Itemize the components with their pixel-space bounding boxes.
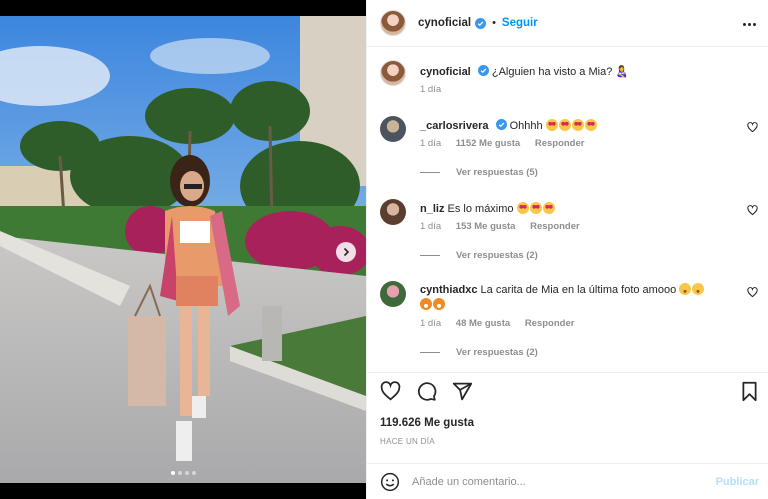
reply-button[interactable]: Responder (535, 138, 585, 149)
caption-text: ¿Alguien ha visto a Mia? (491, 66, 613, 78)
author-username[interactable]: cynoficial (418, 17, 471, 29)
replies-divider (420, 172, 440, 173)
view-replies-label: Ver respuestas (5) (456, 167, 538, 178)
commenter-avatar[interactable] (380, 116, 406, 142)
comment-age[interactable]: 1 día (420, 138, 441, 149)
smiling-tear-emoji (692, 283, 705, 295)
instagram-post: cynoficial • Seguir cynoficial ¿Alguien … (0, 0, 768, 499)
share-icon[interactable] (452, 381, 473, 402)
view-replies-label: Ver respuestas (2) (456, 347, 538, 358)
heart-eyes-emoji (558, 119, 571, 131)
heart-eyes-emoji (571, 119, 584, 131)
bookmark-icon (742, 381, 757, 402)
post-header: cynoficial • Seguir (367, 0, 768, 47)
posted-time[interactable]: HACE UN DÍA (380, 437, 435, 446)
post-photo-panel (0, 0, 366, 499)
comment-age[interactable]: 1 día (420, 318, 441, 329)
tiger-face-emoji (433, 298, 445, 310)
more-options-icon[interactable] (743, 17, 757, 31)
carousel-dot (170, 471, 175, 475)
view-replies-button[interactable]: Ver respuestas (2) (420, 250, 538, 261)
view-replies-button[interactable]: Ver respuestas (2) (420, 347, 538, 358)
follow-button[interactable]: Seguir (502, 17, 538, 29)
caption-line: cynoficial ¿Alguien ha visto a Mia? 👩‍🍼 (420, 65, 629, 78)
action-icons (380, 381, 473, 402)
commenter-avatar[interactable] (380, 281, 406, 307)
comment-likes[interactable]: 48 Me gusta (456, 318, 510, 329)
comment-meta: 1 día 1152 Me gusta Responder (420, 138, 596, 149)
tiger-face-emoji (420, 298, 432, 310)
comment-heart-icon[interactable] (747, 122, 758, 133)
reply-button[interactable]: Responder (525, 318, 575, 329)
post-side-panel: cynoficial • Seguir cynoficial ¿Alguien … (366, 0, 768, 499)
heart-eyes-emoji (542, 202, 555, 214)
author-avatar[interactable] (380, 10, 406, 36)
comment-likes[interactable]: 1152 Me gusta (456, 138, 520, 149)
carousel-next-icon (343, 247, 350, 257)
post-actions: 119.626 Me gusta HACE UN DÍA Publicar (367, 372, 768, 499)
comment-input[interactable] (412, 476, 702, 488)
comment-username[interactable]: cynthiadxc (420, 284, 477, 296)
heart-eyes-emoji (584, 119, 597, 131)
comment-body: cynthiadxc La carita de Mia en la última… (420, 283, 730, 313)
comment-text: La carita de Mia en la última foto amooo (480, 284, 677, 296)
caption-avatar[interactable] (380, 60, 406, 86)
heart-eyes-emoji (516, 202, 529, 214)
carousel-dot (177, 471, 182, 475)
carousel-next-button[interactable] (336, 242, 356, 262)
heart-eyes-emoji (545, 119, 558, 131)
save-button[interactable] (740, 381, 759, 402)
comment-body: n_liz Es lo máximo (420, 202, 730, 217)
commenter-avatar[interactable] (380, 199, 406, 225)
verified-badge-icon (495, 119, 507, 130)
heart-eyes-emoji (529, 202, 542, 214)
carousel-dot (184, 471, 189, 475)
add-comment-bar: Publicar (367, 463, 768, 499)
carousel-indicator (0, 471, 366, 475)
carousel-dot (191, 471, 196, 475)
view-replies-button[interactable]: Ver respuestas (5) (420, 167, 538, 178)
comment-icon[interactable] (416, 381, 437, 402)
comment-username[interactable]: _carlosrivera (420, 120, 489, 132)
caption-username[interactable]: cynoficial (420, 66, 471, 78)
comment-username[interactable]: n_liz (420, 203, 444, 215)
comment-text: Ohhhh (509, 120, 543, 132)
replies-divider (420, 352, 440, 353)
replies-divider (420, 255, 440, 256)
verified-badge-icon (477, 65, 489, 76)
caption-age: 1 día (420, 84, 442, 95)
publish-button[interactable]: Publicar (716, 476, 759, 488)
header-separator: • (492, 17, 496, 29)
smiling-tear-emoji (679, 283, 692, 295)
verified-badge-icon (475, 17, 487, 29)
comment-body: _carlosrivera Ohhhh (420, 119, 730, 134)
caption-emoji: 👩‍🍼 (615, 66, 630, 78)
comment-likes[interactable]: 153 Me gusta (456, 221, 516, 232)
heart-icon[interactable] (380, 381, 401, 402)
emoji-picker-icon[interactable] (380, 472, 400, 492)
comment-age[interactable]: 1 día (420, 221, 441, 232)
comment-meta: 1 día 48 Me gusta Responder (420, 318, 586, 329)
likes-count[interactable]: 119.626 Me gusta (380, 417, 474, 429)
comment-meta: 1 día 153 Me gusta Responder (420, 221, 592, 232)
view-replies-label: Ver respuestas (2) (456, 250, 538, 261)
post-photo[interactable] (0, 16, 366, 483)
comment-heart-icon[interactable] (747, 205, 758, 216)
reply-button[interactable]: Responder (530, 221, 580, 232)
comment-heart-icon[interactable] (747, 287, 758, 298)
comment-text: Es lo máximo (447, 203, 514, 215)
